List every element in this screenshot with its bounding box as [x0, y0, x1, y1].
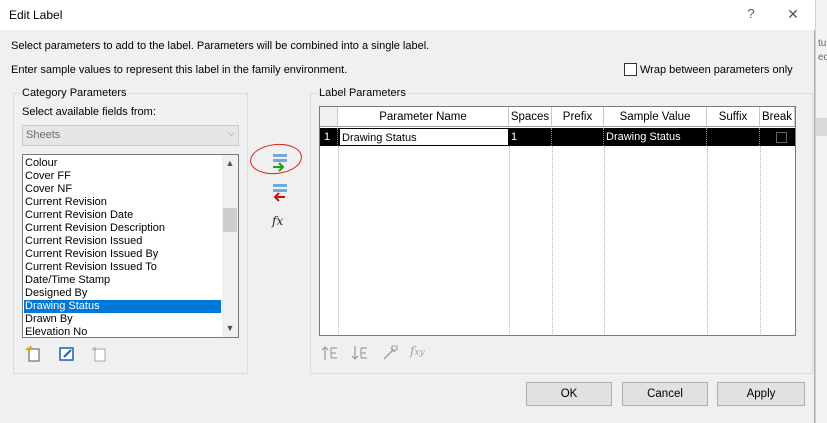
- edit-param-icon[interactable]: [381, 344, 399, 362]
- list-item[interactable]: Date/Time Stamp: [24, 274, 221, 287]
- column-divider: [552, 146, 553, 335]
- ok-button[interactable]: OK: [526, 382, 612, 406]
- available-fields-list[interactable]: Colour Cover FF Cover NF Current Revisio…: [22, 154, 239, 338]
- row-header-corner: [320, 107, 338, 127]
- scroll-thumb[interactable]: [223, 208, 237, 232]
- chevron-down-icon: ⌵: [227, 128, 235, 139]
- row-index[interactable]: 1: [320, 128, 338, 146]
- scroll-down-icon[interactable]: ▼: [222, 320, 238, 337]
- column-divider: [707, 146, 708, 335]
- scroll-up-icon[interactable]: ▲: [222, 155, 238, 172]
- list-item[interactable]: Elevation No: [24, 326, 221, 337]
- list-item[interactable]: Current Revision: [24, 196, 221, 209]
- list-item[interactable]: Colour: [24, 157, 221, 170]
- remove-parameter-icon[interactable]: [269, 182, 293, 202]
- column-header[interactable]: Suffix: [707, 107, 760, 127]
- background-text: tu: [818, 38, 827, 49]
- list-item[interactable]: Designed By: [24, 287, 221, 300]
- column-divider: [760, 146, 761, 335]
- column-header[interactable]: Sample Value: [604, 107, 707, 127]
- close-button[interactable]: ✕: [782, 3, 804, 25]
- add-parameter-icon[interactable]: [269, 152, 293, 172]
- select-fields-label: Select available fields from:: [22, 106, 156, 118]
- help-button[interactable]: ?: [740, 3, 762, 25]
- column-header[interactable]: Prefix: [552, 107, 604, 127]
- wrap-checkbox-label: Wrap between parameters only: [640, 63, 793, 76]
- instruction-text: Select parameters to add to the label. P…: [11, 40, 430, 52]
- title-bar: Edit Label ? ✕: [0, 0, 815, 30]
- column-divider: [338, 146, 339, 335]
- fx-icon[interactable]: fx: [272, 214, 283, 228]
- list-item[interactable]: Current Revision Issued By: [24, 248, 221, 261]
- column-divider: [604, 146, 605, 335]
- move-down-icon[interactable]: [351, 344, 369, 362]
- checkbox-box[interactable]: [624, 63, 637, 76]
- sample-value-cell[interactable]: Drawing Status: [604, 128, 707, 146]
- list-scrollbar[interactable]: ▲ ▼: [222, 155, 238, 337]
- delete-parameter-icon[interactable]: [91, 345, 109, 363]
- list-item[interactable]: Current Revision Issued: [24, 235, 221, 248]
- label-legend: Label Parameters: [319, 87, 406, 99]
- background-block: [816, 118, 827, 136]
- suffix-cell[interactable]: [707, 128, 760, 146]
- list-item[interactable]: Drawn By: [24, 313, 221, 326]
- list-item-selected[interactable]: Drawing Status: [24, 300, 221, 313]
- window-title: Edit Label: [9, 8, 63, 22]
- break-checkbox[interactable]: [776, 132, 787, 143]
- apply-button[interactable]: Apply: [717, 382, 805, 406]
- category-dropdown-value: Sheets: [26, 129, 61, 141]
- list-item[interactable]: Current Revision Description: [24, 222, 221, 235]
- fx-param-icon[interactable]: fxy: [410, 344, 425, 358]
- cancel-button[interactable]: Cancel: [622, 382, 708, 406]
- list-item[interactable]: Cover FF: [24, 170, 221, 183]
- column-header[interactable]: Break: [760, 107, 795, 127]
- category-legend: Category Parameters: [22, 87, 127, 99]
- column-header[interactable]: Spaces: [509, 107, 552, 127]
- background-text: ec: [818, 52, 827, 63]
- instruction-text: Enter sample values to represent this la…: [11, 64, 348, 76]
- edit-parameter-icon[interactable]: [58, 345, 76, 363]
- prefix-cell[interactable]: [552, 128, 604, 146]
- list-item[interactable]: Cover NF: [24, 183, 221, 196]
- new-parameter-icon[interactable]: [25, 345, 43, 363]
- column-divider: [509, 146, 510, 335]
- background-window: tu ec: [815, 0, 827, 423]
- move-up-icon[interactable]: [321, 344, 339, 362]
- spaces-cell[interactable]: 1: [509, 128, 552, 146]
- parameter-name-cell[interactable]: Drawing Status: [339, 128, 509, 146]
- category-dropdown[interactable]: Sheets ⌵: [22, 125, 239, 146]
- edit-label-dialog: Edit Label ? ✕ Select parameters to add …: [0, 0, 815, 423]
- column-header[interactable]: Parameter Name: [338, 107, 509, 127]
- list-item[interactable]: Current Revision Issued To: [24, 261, 221, 274]
- list-item[interactable]: Current Revision Date: [24, 209, 221, 222]
- label-parameters-grid[interactable]: Parameter Name Spaces Prefix Sample Valu…: [319, 106, 796, 336]
- wrap-checkbox[interactable]: Wrap between parameters only: [624, 63, 793, 76]
